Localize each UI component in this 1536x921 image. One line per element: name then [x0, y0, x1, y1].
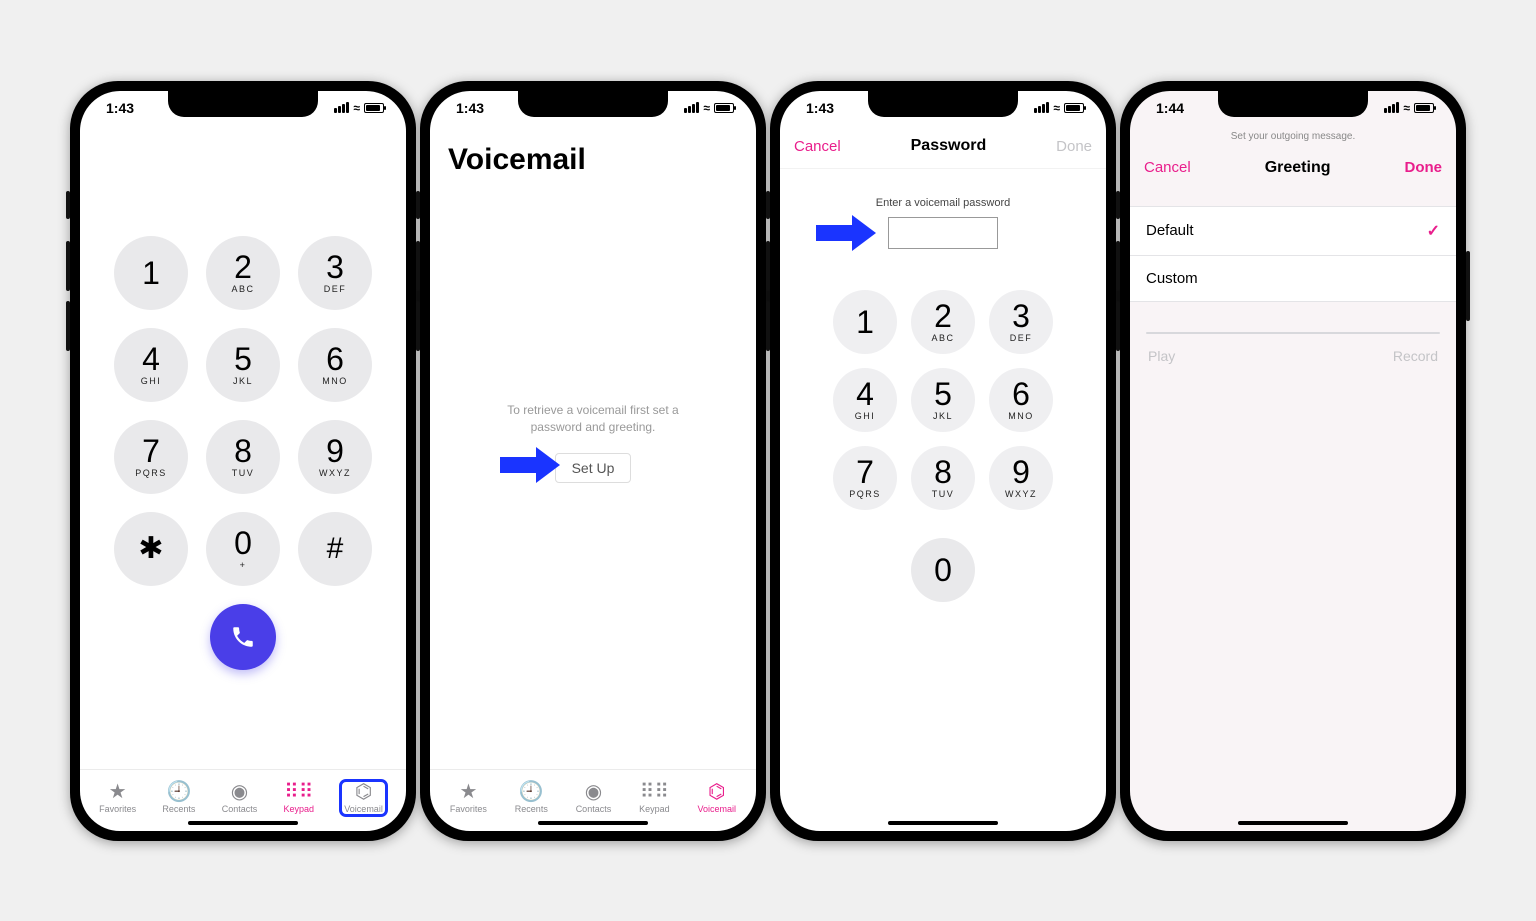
- keypad-key-8[interactable]: 8TUV: [911, 446, 975, 510]
- keypad-key-8[interactable]: 8TUV: [206, 420, 280, 494]
- star-icon: ★: [459, 782, 477, 802]
- pointer-arrow-icon: [500, 447, 560, 483]
- password-nav-bar: Cancel Password Done: [780, 125, 1106, 169]
- phone-keypad: 1:43 ≈ 12ABC3DEF 4GHI5JKL6MNO 7PQRS8TUV9WX…: [70, 81, 416, 841]
- keypad-key-2[interactable]: 2ABC: [206, 236, 280, 310]
- grid-icon: ⠿⠿: [284, 782, 313, 802]
- wifi-icon: ≈: [353, 101, 360, 115]
- tab-keypad[interactable]: ⠿⠿Keypad: [639, 782, 670, 814]
- voicemail-title: Voicemail: [430, 125, 756, 177]
- battery-icon: [1064, 103, 1084, 113]
- wifi-icon: ≈: [1053, 101, 1060, 115]
- password-prompt: Enter a voicemail password: [800, 197, 1086, 209]
- status-icons: ≈: [1034, 101, 1084, 115]
- keypad-key-3[interactable]: 3DEF: [298, 236, 372, 310]
- keypad-key-9[interactable]: 9WXYZ: [298, 420, 372, 494]
- signal-icon: [684, 102, 699, 113]
- cancel-button[interactable]: Cancel: [794, 138, 841, 155]
- greeting-options-list: Default ✓ Custom: [1130, 206, 1456, 302]
- keypad-key-2[interactable]: 2ABC: [911, 290, 975, 354]
- done-button[interactable]: Done: [1405, 159, 1443, 176]
- tab-keypad[interactable]: ⠿⠿Keypad: [284, 782, 315, 814]
- dial-keypad: 12ABC3DEF 4GHI5JKL6MNO 7PQRS8TUV9WXYZ ✱0+#: [114, 236, 372, 586]
- battery-icon: [714, 103, 734, 113]
- keypad-key-6[interactable]: 6MNO: [989, 368, 1053, 432]
- contact-icon: ◉: [231, 782, 248, 802]
- home-indicator[interactable]: [888, 821, 998, 825]
- battery-icon: [364, 103, 384, 113]
- password-keypad: 12ABC3DEF 4GHI5JKL6MNO 7PQRS8TUV9WXYZ: [833, 290, 1053, 510]
- clock-icon: 🕘: [519, 782, 544, 802]
- wifi-icon: ≈: [1403, 101, 1410, 115]
- status-icons: ≈: [334, 101, 384, 115]
- grid-icon: ⠿⠿: [640, 782, 669, 802]
- tab-favorites[interactable]: ★Favorites: [99, 782, 136, 814]
- tab-contacts[interactable]: ◉Contacts: [576, 782, 612, 814]
- keypad-key-5[interactable]: 5JKL: [206, 328, 280, 402]
- play-button-disabled: Play: [1148, 348, 1175, 364]
- home-indicator[interactable]: [538, 821, 648, 825]
- tab-voicemail[interactable]: ⌬Voicemail: [697, 782, 736, 814]
- status-time: 1:44: [1156, 100, 1184, 116]
- setup-button[interactable]: Set Up: [555, 453, 632, 483]
- keypad-key-1[interactable]: 1: [114, 236, 188, 310]
- keypad-key-4[interactable]: 4GHI: [833, 368, 897, 432]
- keypad-key-#[interactable]: #: [298, 512, 372, 586]
- phone-greeting: 1:44 ≈ Set your outgoing message. Cancel…: [1120, 81, 1466, 841]
- greeting-prompt: Set your outgoing message.: [1130, 125, 1456, 146]
- play-record-row: Play Record: [1130, 334, 1456, 364]
- nav-title: Password: [911, 137, 987, 155]
- keypad-key-4[interactable]: 4GHI: [114, 328, 188, 402]
- voicemail-setup-msg: To retrieve a voicemail first set a pass…: [483, 402, 703, 436]
- call-button[interactable]: [210, 604, 276, 670]
- greeting-option-default[interactable]: Default ✓: [1130, 207, 1456, 256]
- keypad-key-7[interactable]: 7PQRS: [114, 420, 188, 494]
- signal-icon: [334, 102, 349, 113]
- record-button-disabled: Record: [1393, 348, 1438, 364]
- keypad-key-9[interactable]: 9WXYZ: [989, 446, 1053, 510]
- nav-title: Greeting: [1265, 159, 1331, 177]
- clock-icon: 🕘: [166, 782, 191, 802]
- tab-recents[interactable]: 🕘Recents: [162, 782, 195, 814]
- cancel-button[interactable]: Cancel: [1144, 159, 1191, 176]
- greeting-option-custom[interactable]: Custom: [1130, 256, 1456, 301]
- wifi-icon: ≈: [703, 101, 710, 115]
- status-time: 1:43: [456, 100, 484, 116]
- status-icons: ≈: [1384, 101, 1434, 115]
- tab-contacts[interactable]: ◉Contacts: [222, 782, 258, 814]
- keypad-key-✱[interactable]: ✱: [114, 512, 188, 586]
- battery-icon: [1414, 103, 1434, 113]
- keypad-key-0[interactable]: 0: [911, 538, 975, 602]
- checkmark-icon: ✓: [1427, 221, 1440, 241]
- home-indicator[interactable]: [1238, 821, 1348, 825]
- keypad-key-1[interactable]: 1: [833, 290, 897, 354]
- status-icons: ≈: [684, 101, 734, 115]
- star-icon: ★: [109, 782, 127, 802]
- status-time: 1:43: [806, 100, 834, 116]
- signal-icon: [1034, 102, 1049, 113]
- tab-favorites[interactable]: ★Favorites: [450, 782, 487, 814]
- keypad-key-0[interactable]: 0+: [206, 512, 280, 586]
- phone-password: 1:43 ≈ Cancel Password Done Enter a voic…: [770, 81, 1116, 841]
- home-indicator[interactable]: [188, 821, 298, 825]
- tab-voicemail[interactable]: ⌬Voicemail: [340, 780, 387, 816]
- password-input[interactable]: [888, 217, 998, 249]
- pointer-arrow-icon: [816, 215, 876, 251]
- tab-recents[interactable]: 🕘Recents: [515, 782, 548, 814]
- status-time: 1:43: [106, 100, 134, 116]
- greeting-nav-bar: Cancel Greeting Done: [1130, 146, 1456, 190]
- keypad-key-3[interactable]: 3DEF: [989, 290, 1053, 354]
- voicemail-icon: ⌬: [355, 782, 372, 802]
- keypad-key-5[interactable]: 5JKL: [911, 368, 975, 432]
- done-button-disabled: Done: [1056, 138, 1092, 155]
- contact-icon: ◉: [585, 782, 602, 802]
- voicemail-icon: ⌬: [708, 782, 725, 802]
- keypad-key-7[interactable]: 7PQRS: [833, 446, 897, 510]
- keypad-key-6[interactable]: 6MNO: [298, 328, 372, 402]
- signal-icon: [1384, 102, 1399, 113]
- phone-voicemail: 1:43 ≈ Voicemail To retrieve a voicemail…: [420, 81, 766, 841]
